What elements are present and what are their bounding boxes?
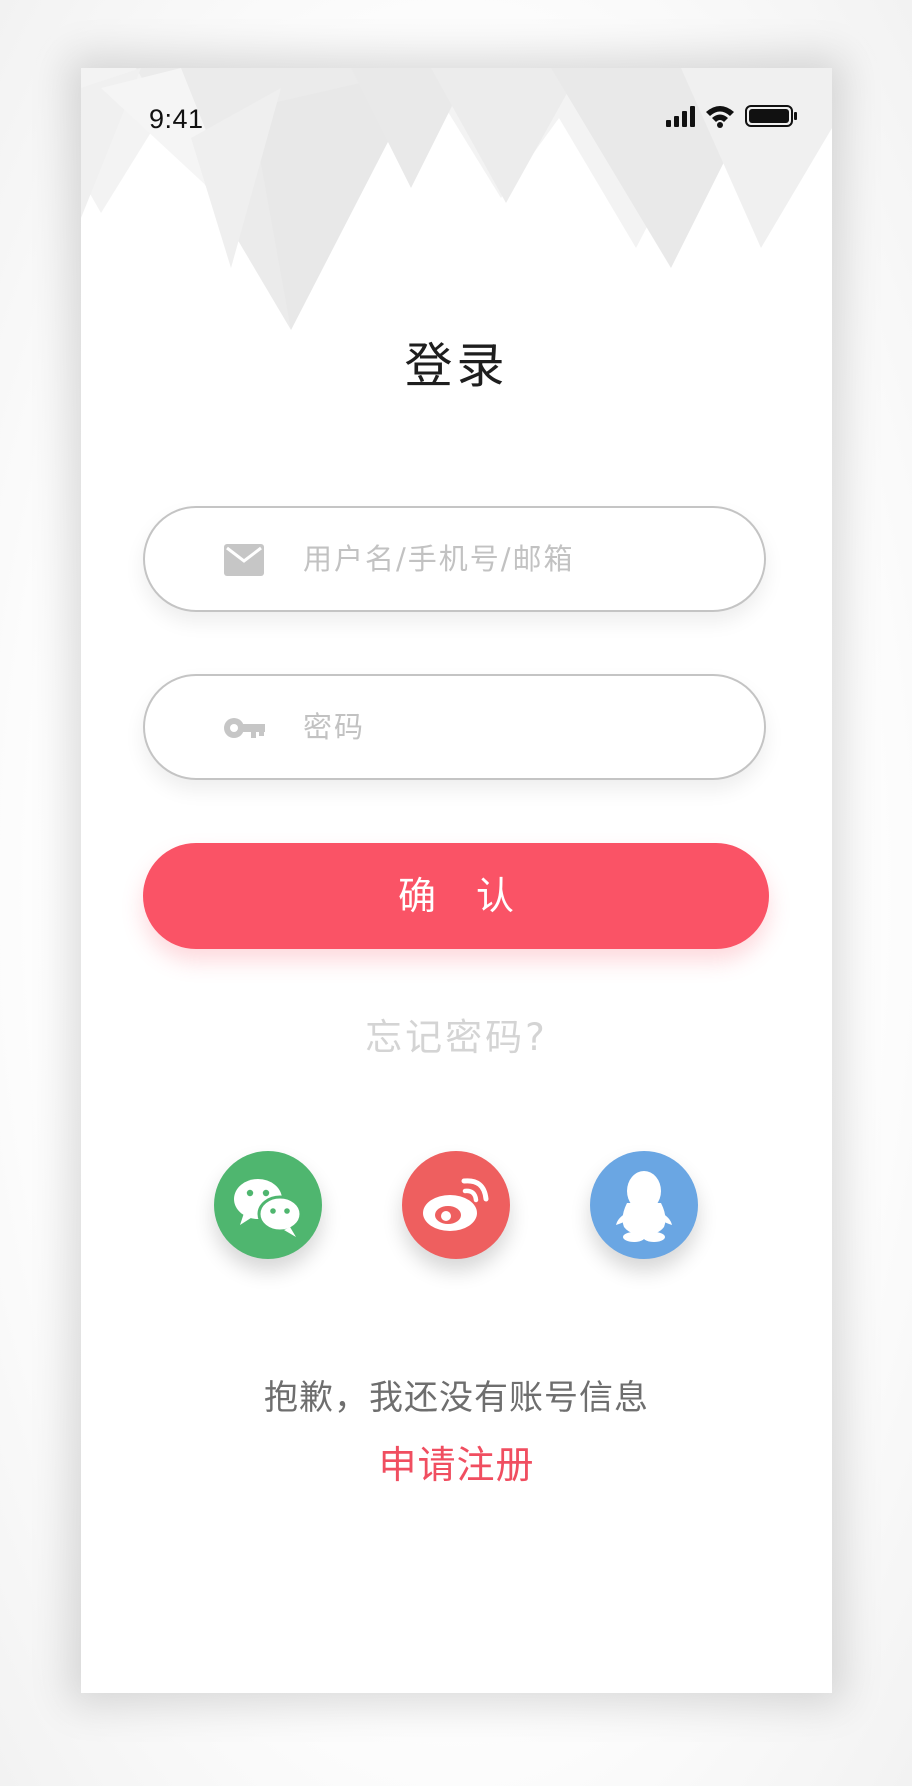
page-title: 登录 bbox=[404, 338, 509, 394]
confirm-button[interactable]: 确 认 bbox=[143, 843, 769, 949]
no-account-text: 抱歉，我还没有账号信息 bbox=[264, 1378, 649, 1418]
register-link[interactable]: 申请注册 bbox=[81, 1434, 832, 1489]
status-icons bbox=[666, 105, 797, 128]
username-placeholder: 用户名/手机号/邮箱 bbox=[303, 542, 575, 576]
key-icon bbox=[224, 718, 265, 738]
qq-icon bbox=[616, 1171, 672, 1242]
password-field[interactable]: 密码 bbox=[143, 674, 766, 780]
battery-icon bbox=[745, 105, 797, 127]
qq-login-button[interactable] bbox=[590, 1151, 698, 1259]
weibo-login-button[interactable] bbox=[402, 1151, 510, 1259]
wifi-icon bbox=[706, 106, 734, 128]
mail-icon bbox=[224, 544, 264, 576]
weibo-icon bbox=[423, 1178, 489, 1231]
forgot-password-link[interactable]: 忘记密码? bbox=[81, 1007, 832, 1061]
username-field[interactable]: 用户名/手机号/邮箱 bbox=[143, 506, 766, 612]
phone-screen: 9:41 登录 用户名/手机号/邮箱 密码 确 认 忘记密码? 抱歉，我还没有账… bbox=[81, 68, 832, 1693]
status-time: 9:41 bbox=[149, 104, 204, 134]
signal-icon bbox=[666, 106, 695, 127]
password-placeholder: 密码 bbox=[303, 710, 366, 744]
wechat-login-button[interactable] bbox=[214, 1151, 322, 1259]
wechat-icon bbox=[234, 1179, 303, 1237]
stage: 9:41 登录 用户名/手机号/邮箱 密码 确 认 忘记密码? 抱歉，我还没有账… bbox=[0, 0, 912, 1786]
status-bar: 9:41 bbox=[81, 68, 832, 158]
